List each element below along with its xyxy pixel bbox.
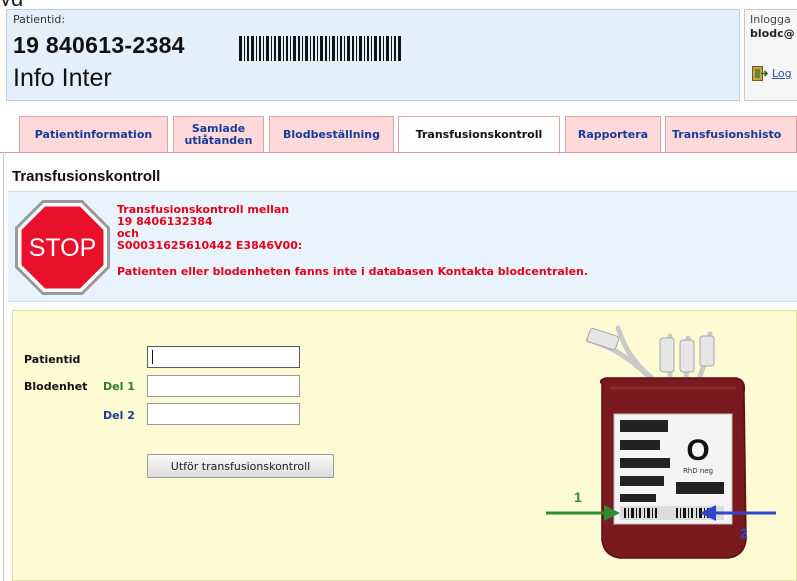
login-label: Inlogga — [750, 13, 791, 26]
patientid-label: Patientid — [24, 353, 81, 366]
del1-label: Del 1 — [103, 380, 135, 393]
patient-name: Info Inter — [13, 64, 112, 92]
perform-transfusion-check-button[interactable]: Utför transfusionskontroll — [147, 454, 334, 478]
tab-transfusionskontroll[interactable]: Transfusionskontroll — [398, 116, 560, 154]
tab-blodbestallning[interactable]: Blodbeställning — [269, 116, 394, 153]
tab-transfusionshistorik[interactable]: Transfusionshisto — [665, 116, 797, 153]
tab-patientinformation[interactable]: Patientinformation — [19, 116, 168, 153]
tab-samlade-utlatanden[interactable]: Samlade utlåtanden — [173, 116, 264, 153]
patient-header: Patientid: 19 840613-2384 Info Inter — [6, 9, 740, 101]
tab-rapportera[interactable]: Rapportera — [565, 116, 661, 153]
logout-link[interactable]: Log — [752, 66, 792, 81]
blodenhet-label: Blodenhet — [24, 380, 88, 393]
stop-sign-text: STOP — [29, 234, 97, 262]
tab-label: Transfusionskontroll — [415, 128, 543, 141]
blodenhet-del1-input[interactable] — [147, 375, 300, 397]
alert-line-4: S00031625610442 E3846V00: — [117, 239, 303, 252]
section-title: Transfusionskontroll — [12, 168, 161, 185]
blood-group-text: O — [686, 434, 709, 467]
alert-line-5: Patienten eller blodenheten fanns inte i… — [117, 265, 589, 278]
login-user: blodc@ — [750, 27, 795, 40]
logout-label[interactable]: Log — [772, 67, 792, 80]
tab-label: Transfusionshisto — [672, 127, 782, 141]
barcode-icon — [239, 36, 401, 61]
tab-label: Patientinformation — [34, 127, 153, 141]
tab-label: Blodbeställning — [283, 127, 380, 141]
arrow-1-label: 1 — [574, 489, 582, 505]
patient-id-label: Patientid: — [13, 13, 66, 26]
logout-icon — [752, 66, 768, 81]
blodenhet-del2-input[interactable] — [147, 403, 300, 425]
del2-label: Del 2 — [103, 409, 135, 422]
stop-sign-icon: STOP — [15, 200, 110, 295]
rh-text: RhD neg — [683, 467, 713, 475]
alert-message: Transfusionskontroll mellan 19 840613238… — [117, 204, 588, 278]
cut-off-text: yg — [0, 0, 140, 6]
patientid-input[interactable] — [147, 346, 300, 368]
tab-label: Rapportera — [577, 127, 649, 141]
arrow-2-label: 2 — [740, 525, 748, 541]
alert-line-2: 19 8406132384 — [117, 215, 213, 228]
login-panel: Inlogga blodc@ Log — [744, 9, 797, 101]
blood-bag-illustration: O RhD neg 1 2 — [546, 325, 776, 559]
tab-label: Samlade utlåtanden — [184, 121, 253, 147]
bag-clips — [586, 327, 715, 373]
patient-id-number: 19 840613-2384 — [13, 32, 185, 58]
text-caret — [152, 350, 153, 364]
